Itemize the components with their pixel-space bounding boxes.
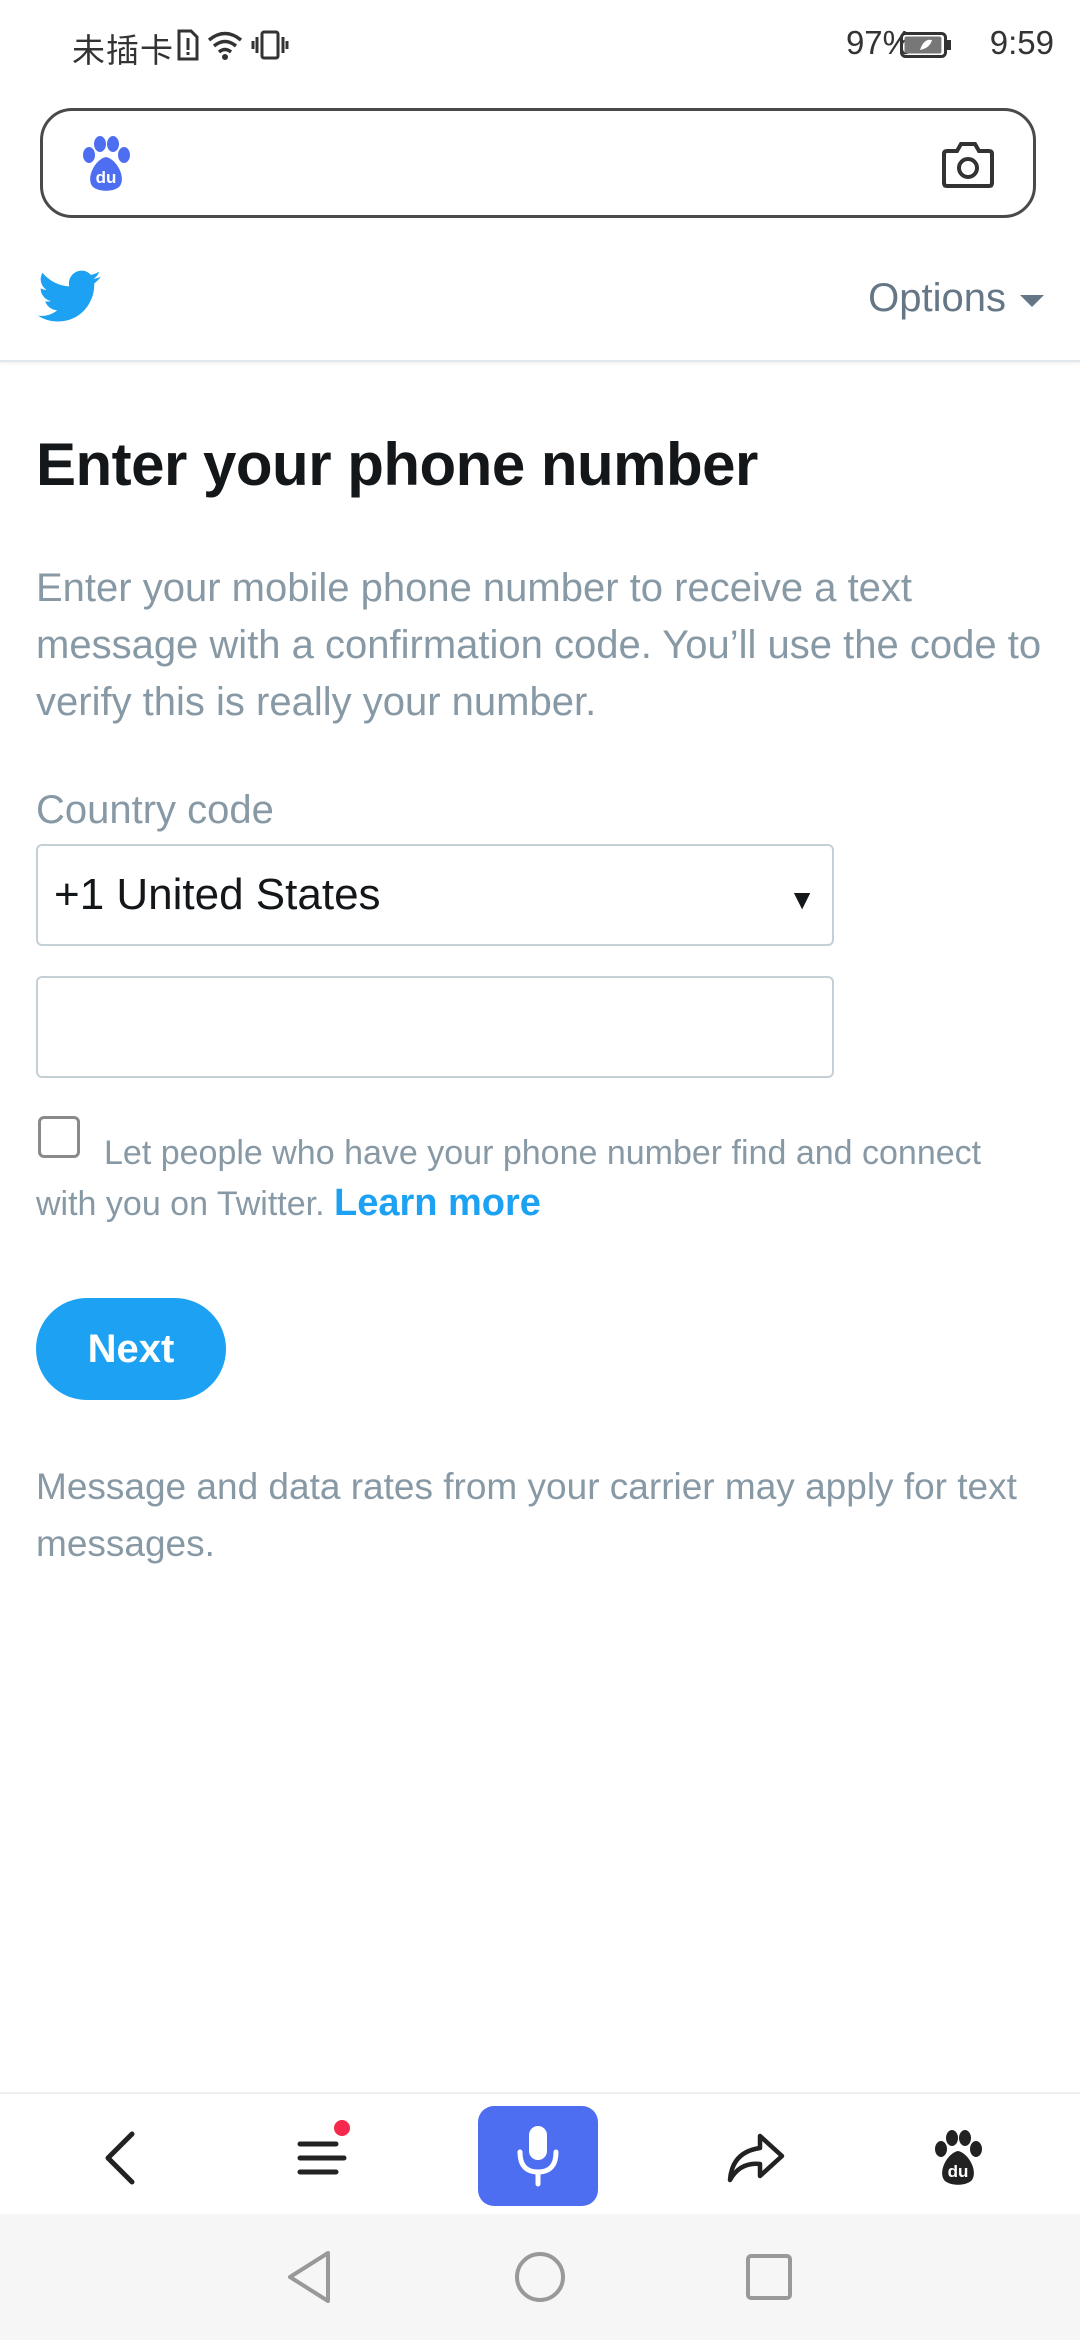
phone-number-input[interactable]: [36, 976, 834, 1078]
status-bar: 未插卡 97% 9:59: [0, 0, 1080, 92]
notification-dot: [334, 2120, 350, 2136]
nav-recents-icon[interactable]: [734, 2242, 804, 2312]
baidu-paw-icon[interactable]: du: [908, 2108, 1008, 2208]
discoverability-text-block: Let people who have your phone number fi…: [36, 1128, 1046, 1229]
twitter-bird-icon[interactable]: [38, 270, 102, 324]
page-description: Enter your mobile phone number to receiv…: [36, 566, 1042, 724]
battery-icon: [900, 32, 951, 58]
nav-back-icon[interactable]: [274, 2242, 344, 2312]
rates-footnote: Message and data rates from your carrier…: [36, 1466, 1017, 1564]
vibrate-icon: [251, 30, 289, 60]
system-navigation-bar: [0, 2214, 1080, 2340]
options-menu[interactable]: Options: [868, 276, 1044, 321]
menu-icon[interactable]: [272, 2108, 372, 2208]
dropdown-arrow-icon: ▼: [788, 884, 816, 915]
site-header: Options: [0, 240, 1080, 362]
country-code-label: Country code: [36, 788, 274, 832]
options-label: Options: [868, 276, 1006, 320]
caret-down-icon: [1020, 294, 1044, 307]
learn-more-link[interactable]: Learn more: [334, 1182, 541, 1224]
sim-alert-icon: [177, 29, 199, 61]
status-icons: [176, 26, 290, 64]
next-button[interactable]: Next: [36, 1298, 226, 1400]
browser-toolbar: du: [0, 2092, 1080, 2216]
svg-text:du: du: [96, 168, 117, 187]
svg-text:du: du: [948, 2162, 969, 2181]
baidu-paw-icon[interactable]: du: [77, 135, 135, 193]
microphone-icon: [517, 2126, 559, 2187]
search-bar[interactable]: du: [40, 108, 1036, 218]
back-icon[interactable]: [70, 2108, 170, 2208]
nav-home-icon[interactable]: [505, 2242, 575, 2312]
page-title: Enter your phone number: [36, 431, 758, 498]
carrier-label: 未插卡: [72, 32, 174, 69]
microphone-button[interactable]: [478, 2106, 598, 2206]
country-code-select[interactable]: +1 United States ▼: [36, 844, 834, 946]
wifi-icon: [207, 31, 243, 60]
camera-icon[interactable]: [941, 139, 995, 189]
share-icon[interactable]: [706, 2108, 806, 2208]
clock: 9:59: [989, 24, 1054, 61]
country-code-value: +1 United States: [54, 870, 381, 919]
